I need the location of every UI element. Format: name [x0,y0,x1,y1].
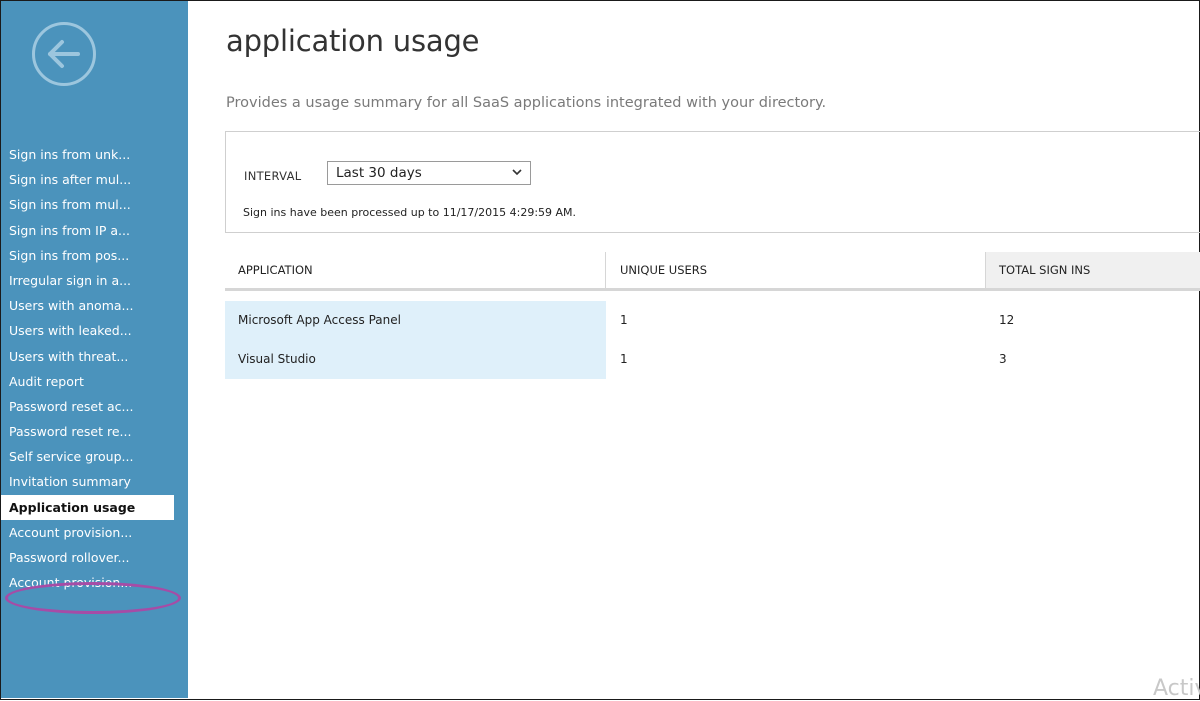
cell-unique-users: 1 [620,352,628,366]
sidebar-item-sign-ins-from-ip-addresses[interactable]: Sign ins from IP a... [1,218,188,243]
filter-panel: INTERVAL Last 30 days Sign ins have been… [225,131,1200,233]
table-row[interactable]: Microsoft App Access Panel 1 12 [225,301,1200,340]
sidebar-item-irregular-sign-in-activity[interactable]: Irregular sign in a... [1,268,188,293]
sidebar-item-application-usage[interactable]: Application usage [1,494,174,520]
interval-selected-value: Last 30 days [336,165,422,181]
table-header-row: APPLICATION UNIQUE USERS TOTAL SIGN INS [225,252,1200,291]
page-description: Provides a usage summary for all SaaS ap… [226,95,827,111]
sidebar-item-audit-report[interactable]: Audit report [1,369,188,394]
sidebar-item-users-with-leaked[interactable]: Users with leaked... [1,318,188,343]
sidebar-item-password-reset-registration[interactable]: Password reset re... [1,419,188,444]
interval-label: INTERVAL [244,169,302,183]
sidebar-item-sign-ins-from-unknown[interactable]: Sign ins from unk... [1,142,188,167]
sidebar-item-password-rollover[interactable]: Password rollover... [1,545,188,570]
processed-status-note: Sign ins have been processed up to 11/17… [243,206,577,219]
sidebar-item-account-provisioning-2[interactable]: Account provision... [1,570,188,595]
column-header-application[interactable]: APPLICATION [225,252,606,288]
sidebar-item-users-with-threat[interactable]: Users with threat... [1,344,188,369]
sidebar-item-invitation-summary[interactable]: Invitation summary [1,469,188,494]
column-header-total-sign-ins[interactable]: TOTAL SIGN INS [986,252,1200,288]
sidebar-item-sign-ins-after-multiple-failures[interactable]: Sign ins after mul... [1,167,188,192]
sidebar: Sign ins from unk... Sign ins after mul.… [1,1,188,698]
sidebar-item-sign-ins-from-possibly-infected[interactable]: Sign ins from pos... [1,243,188,268]
sidebar-item-account-provisioning[interactable]: Account provision... [1,520,188,545]
chevron-down-icon [512,169,522,176]
cell-total-sign-ins: 12 [999,313,1015,327]
sidebar-item-users-with-anomalous[interactable]: Users with anoma... [1,293,188,318]
back-arrow-icon [48,40,80,68]
page-title: application usage [226,24,480,58]
cell-total-sign-ins: 3 [999,352,1007,366]
back-button[interactable] [32,22,96,86]
table-row[interactable]: Visual Studio 1 3 [225,340,1200,379]
column-header-unique-users[interactable]: UNIQUE USERS [606,252,986,288]
sidebar-item-sign-ins-from-multiple-geographies[interactable]: Sign ins from mul... [1,192,188,217]
sidebar-item-password-reset-activity[interactable]: Password reset ac... [1,394,188,419]
report-nav-list: Sign ins from unk... Sign ins after mul.… [1,142,188,595]
interval-dropdown[interactable]: Last 30 days [327,161,531,185]
main-content: application usage Provides a usage summa… [225,0,1200,700]
cell-application: Microsoft App Access Panel [225,301,606,340]
cell-unique-users: 1 [620,313,628,327]
sidebar-item-self-service-groups[interactable]: Self service group... [1,444,188,469]
table-body: Microsoft App Access Panel 1 12 Visual S… [225,301,1200,379]
activation-watermark: Activ [1153,676,1200,701]
cell-application: Visual Studio [225,340,606,379]
usage-table: APPLICATION UNIQUE USERS TOTAL SIGN INS … [225,252,1200,379]
